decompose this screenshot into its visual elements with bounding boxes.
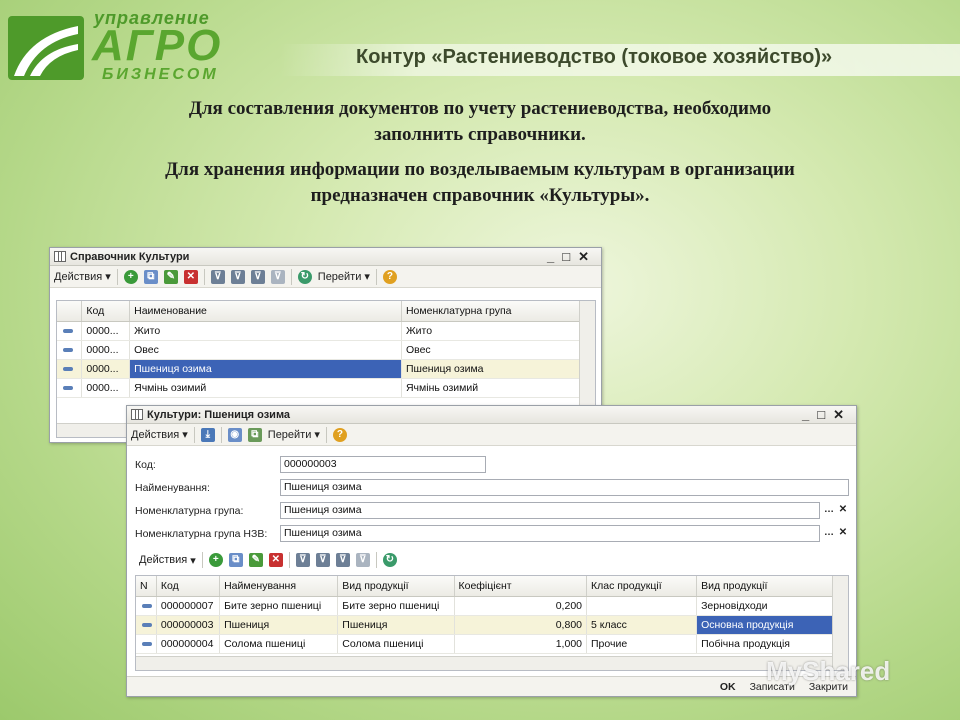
row-item-icon [142,603,152,608]
column-header-name[interactable]: Наименование [129,301,402,322]
table-row[interactable]: 000000004 Солома пшениці Солома пшениці … [136,634,848,654]
filter-icon[interactable]: ⊽ [295,553,310,567]
clear-filter-icon[interactable]: ⊽ [270,269,285,284]
agro-logo: управление АГРО БИЗНЕСОМ [8,6,270,86]
column-header-name[interactable]: Найменування [219,576,339,597]
nzv-clear-icon[interactable]: ✕ [836,526,850,541]
row-item-icon [142,622,152,627]
column-header-type[interactable]: Вид продукції [696,576,848,597]
actions-menu-button[interactable]: Действия ▾ [131,426,188,444]
intro-paragraph: Для составления документов по учету раст… [0,96,960,148]
intro-line-2: заполнить справочники. [374,124,586,145]
row-item-icon [63,366,73,371]
nzv-select-button[interactable]: … [822,526,836,541]
catalog-titlebar[interactable]: Справочник Культури _□✕ [50,248,601,266]
help-icon[interactable]: ? [382,269,397,284]
edit-icon[interactable]: ✎ [163,269,178,284]
products-toolbar: Действия ▾ + ⧉ ✎ ✕ ⊽ ⊽ ⊽ ⊽ ↻ [135,549,849,571]
filter-list-icon[interactable]: ⊽ [335,553,350,567]
item-titlebar[interactable]: Культури: Пшениця озима _□✕ [127,406,856,424]
table-row-selected[interactable]: 0000... Пшениця озима Пшениця озима [57,359,596,379]
add-icon[interactable]: + [123,269,138,284]
save-close-icon[interactable]: ⤓ [200,427,215,442]
nzv-label: Номенклатурна група НЗВ: [135,528,268,540]
goto-menu-button[interactable]: Перейти ▾ [268,426,320,444]
window-controls[interactable]: _□✕ [802,406,852,424]
table-row[interactable]: 0000... Жито Жито [57,321,596,341]
row-item-icon [63,385,73,390]
column-header-code[interactable]: Код [81,301,131,322]
add-icon[interactable]: + [208,553,223,567]
group-label: Номенклатурна група: [135,505,244,517]
code-label: Код: [135,459,156,471]
delete-icon[interactable]: ✕ [183,269,198,284]
filter-icon[interactable]: ⊽ [210,269,225,284]
table-icon [131,409,143,420]
logo-mark-icon [8,16,84,80]
horizontal-scrollbar[interactable] [136,656,832,670]
window-controls[interactable]: _□✕ [547,248,597,266]
column-header-class[interactable]: Клас продукції [586,576,698,597]
clear-filter-icon[interactable]: ⊽ [355,553,370,567]
form-buttons: OK Записати Закрити [127,676,856,696]
page-title: Контур «Растениеводство (токовое хозяйст… [356,46,833,68]
filter-selection-icon[interactable]: ⊽ [315,553,330,567]
watermark-text: MyShared [766,656,891,686]
help-icon[interactable]: ? [332,427,347,442]
watermark: MyShared [766,656,890,687]
view-icon[interactable]: ◉ [227,427,242,442]
copy-icon[interactable]: ⧉ [247,427,262,442]
column-header-code[interactable]: Код [156,576,221,597]
products-table[interactable]: N Код Найменування Вид продукції Коефіці… [135,575,849,671]
column-header-kind[interactable]: Вид продукції [337,576,455,597]
purpose-paragraph: Для хранения информации по возделываемым… [0,157,960,209]
goto-menu-button[interactable]: Перейти ▾ [318,268,370,286]
intro-line-1: Для составления документов по учету раст… [188,98,772,119]
column-header-n[interactable]: N [136,576,157,597]
catalog-toolbar: Действия ▾ + ⧉ ✎ ✕ ⊽ ⊽ ⊽ ⊽ ↻ Перейти ▾ ? [50,266,601,288]
logo-text-main: АГРО [92,21,223,70]
column-header-coefficient[interactable]: Коефіцієнт [454,576,587,597]
catalog-title: Справочник Культури [70,251,190,263]
refresh-icon[interactable]: ↻ [382,553,397,567]
refresh-icon[interactable]: ↻ [297,269,312,284]
group-clear-icon[interactable]: ✕ [836,503,850,518]
name-label: Найменування: [135,482,210,494]
filter-selection-icon[interactable]: ⊽ [230,269,245,284]
row-item-icon [63,347,73,352]
table-row[interactable]: 0000... Овес Овес [57,340,596,360]
table-icon [54,251,66,262]
actions-menu-button[interactable]: Действия ▾ [54,268,111,286]
item-window[interactable]: Культури: Пшениця озима _□✕ Действия ▾ ⤓… [126,405,857,697]
purpose-line-1: Для хранения информации по возделываемым… [165,159,795,180]
ok-button[interactable]: OK [720,681,736,693]
column-header-group[interactable]: Номенклатурна група [401,301,596,322]
filter-list-icon[interactable]: ⊽ [250,269,265,284]
row-item-icon [142,641,152,646]
copy-icon[interactable]: ⧉ [228,553,243,567]
purpose-line-2: предназначен справочник «Культуры». [310,185,650,206]
copy-icon[interactable]: ⧉ [143,269,158,284]
name-field[interactable]: Пшениця озима [280,479,849,496]
item-title: Культури: Пшениця озима [147,409,291,421]
code-field[interactable]: 000000003 [280,456,486,473]
nzv-field[interactable]: Пшениця озима [280,525,820,542]
edit-icon[interactable]: ✎ [248,553,263,567]
table-row-selected[interactable]: 000000003 Пшениця Пшениця 0,800 5 класс … [136,615,848,635]
logo-text-bottom: БИЗНЕСОМ [102,66,219,83]
delete-icon[interactable]: ✕ [268,553,283,567]
products-actions-button[interactable]: Действия ▾ [139,551,196,569]
item-toolbar: Действия ▾ ⤓ ◉ ⧉ Перейти ▾ ? [127,424,856,446]
group-field[interactable]: Пшениця озима [280,502,820,519]
row-item-icon [63,328,73,333]
table-row[interactable]: 000000007 Бите зерно пшениці Бите зерно … [136,596,848,616]
group-select-button[interactable]: … [822,503,836,518]
table-row[interactable]: 0000... Ячмінь озимий Ячмінь озимий [57,378,596,398]
